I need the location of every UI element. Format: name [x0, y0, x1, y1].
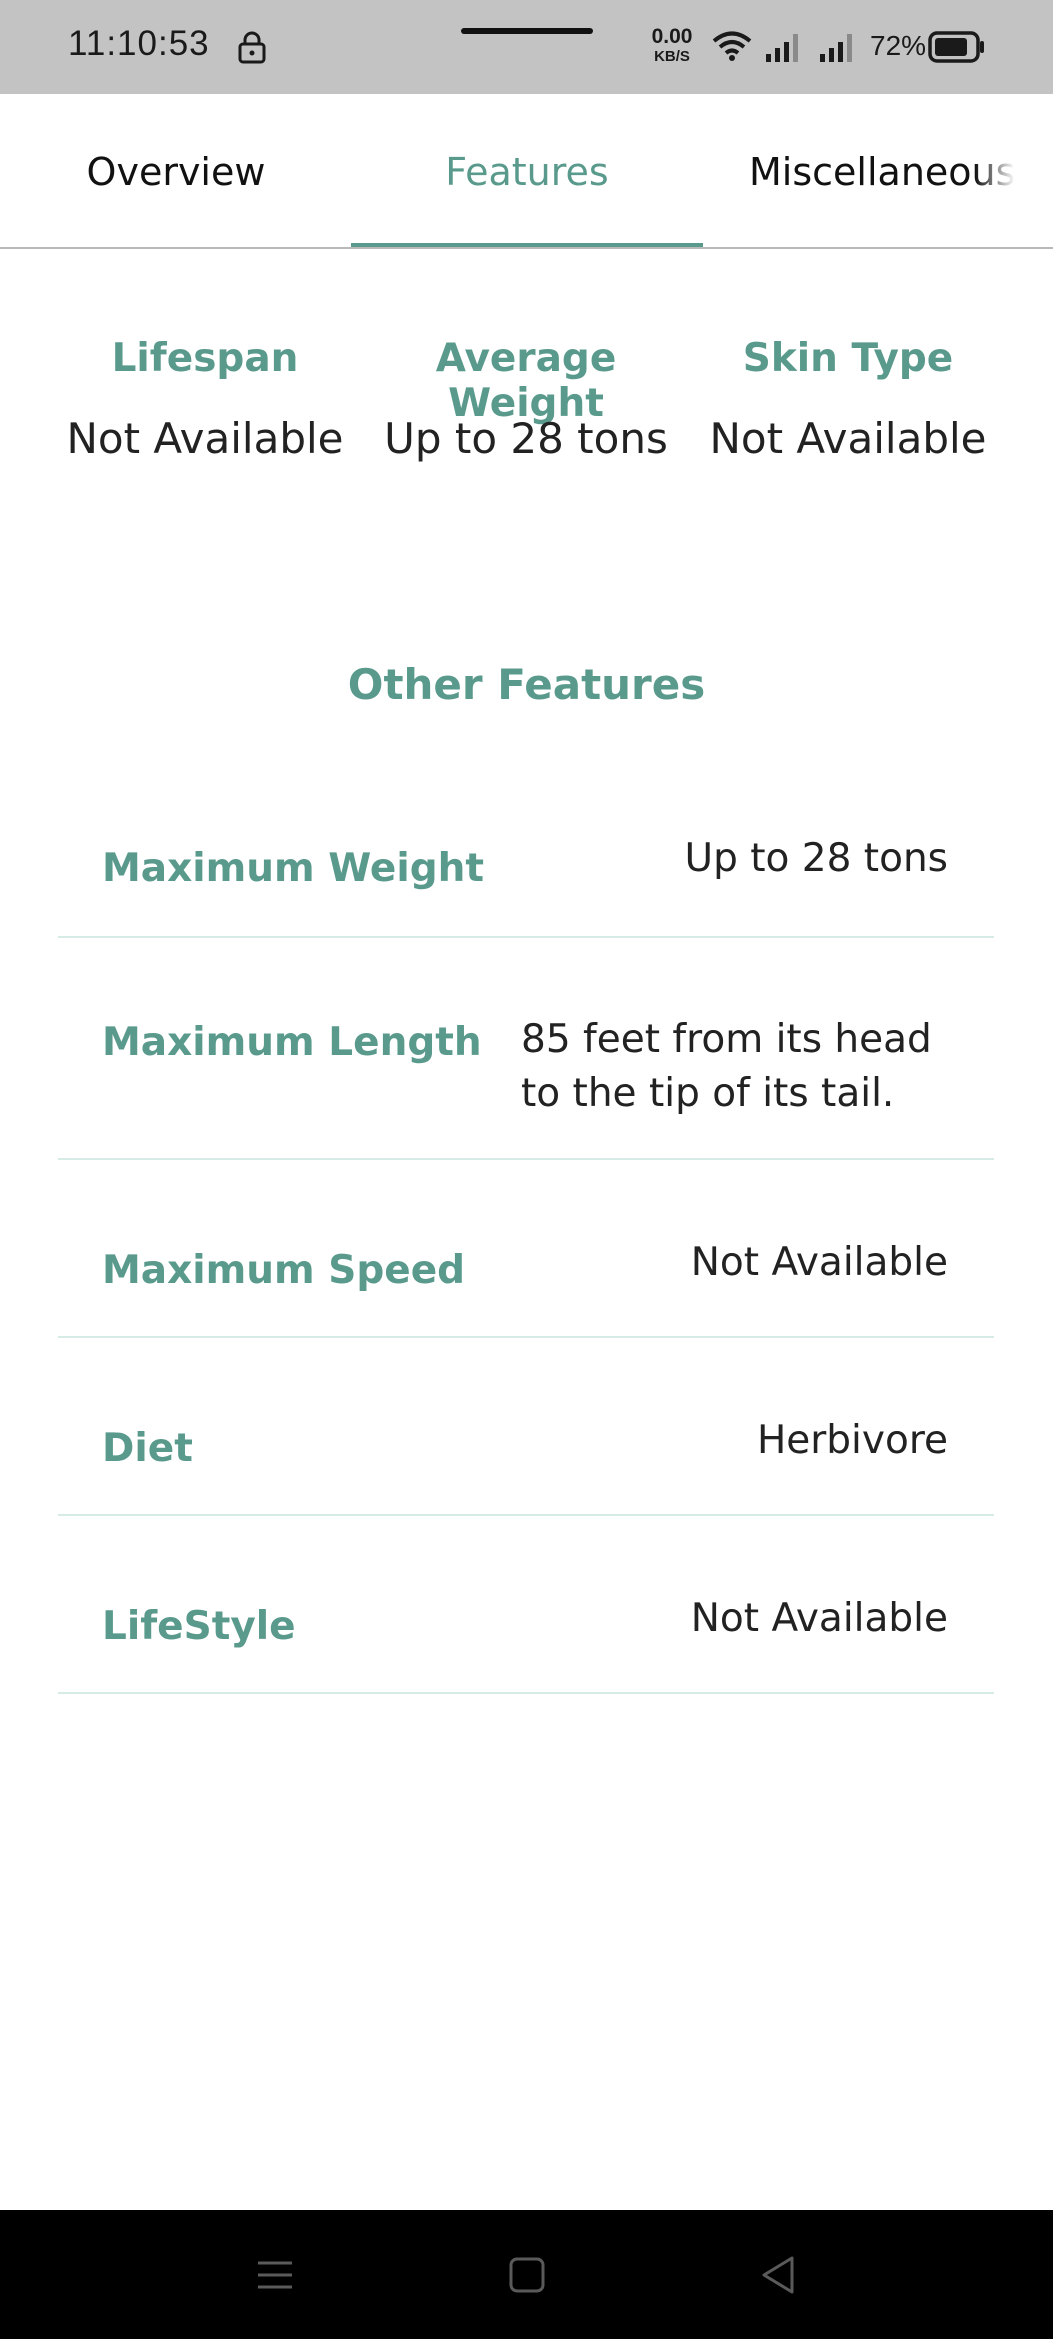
- net-speed-unit: KB/S: [654, 48, 690, 65]
- feature-value: Up to 28 tons: [684, 836, 948, 881]
- home-icon[interactable]: [502, 2250, 552, 2300]
- wifi-icon: [712, 31, 752, 61]
- feature-row-lifestyle: LifeStyle Not Available: [58, 1516, 994, 1694]
- feature-label: Maximum Weight: [102, 846, 485, 891]
- stat-label: Skin Type: [742, 336, 954, 381]
- net-speed: 0.00 KB/S: [646, 26, 698, 64]
- screen: 11:10:53 0.00 KB/S 72% Overview Features…: [0, 0, 1053, 2339]
- status-time: 11:10:53: [68, 24, 210, 63]
- stat-value: Up to 28 tons: [384, 414, 668, 463]
- feature-label: Diet: [102, 1426, 193, 1471]
- tab-label: Overview: [86, 149, 266, 194]
- stat-label: Average Weight: [435, 336, 617, 426]
- system-nav-bar: [0, 2210, 1053, 2339]
- notch-pill: [461, 28, 593, 34]
- stat-average-weight: Average Weight Up to 28 tons: [361, 336, 691, 463]
- signal-icon: [766, 34, 798, 62]
- feature-row-maximum-speed: Maximum Speed Not Available: [58, 1160, 994, 1338]
- lock-icon: [238, 31, 266, 64]
- section-title: Other Features: [347, 660, 706, 709]
- feature-row-maximum-length: Maximum Length 85 feet from its head to …: [58, 938, 994, 1160]
- back-icon[interactable]: [754, 2250, 804, 2300]
- feature-label: Maximum Length: [102, 1020, 482, 1065]
- feature-value: Herbivore: [756, 1418, 948, 1463]
- battery-percent: 72%: [870, 30, 927, 61]
- feature-value: 85 feet from its head to the tip of its …: [521, 1017, 932, 1116]
- stat-value: Not Available: [709, 414, 987, 463]
- active-tab-indicator: [351, 243, 703, 247]
- tab-miscellaneous[interactable]: Miscellaneous: [702, 94, 1053, 247]
- feature-value: Not Available: [690, 1596, 948, 1641]
- status-bar: 11:10:53 0.00 KB/S 72%: [0, 0, 1053, 94]
- stat-lifespan: Lifespan Not Available: [40, 336, 370, 463]
- tab-overview[interactable]: Overview: [0, 94, 352, 247]
- feature-value: Not Available: [690, 1240, 948, 1285]
- signal-icon: [820, 34, 852, 62]
- tab-bar: Overview Features Miscellaneous: [0, 94, 1053, 249]
- tab-label: Features: [445, 149, 609, 194]
- menu-icon[interactable]: [250, 2250, 300, 2300]
- feature-label: Maximum Speed: [102, 1248, 466, 1293]
- feature-row-maximum-weight: Maximum Weight Up to 28 tons: [58, 820, 994, 938]
- tab-features[interactable]: Features: [351, 94, 703, 247]
- stat-label: Lifespan: [111, 336, 299, 381]
- feature-label: LifeStyle: [102, 1604, 296, 1649]
- feature-row-diet: Diet Herbivore: [58, 1338, 994, 1516]
- net-speed-value: 0.00: [651, 25, 693, 48]
- stat-skin-type: Skin Type Not Available: [683, 336, 1013, 463]
- stat-value: Not Available: [66, 414, 344, 463]
- tab-label: Miscellaneous: [749, 149, 1016, 194]
- battery-icon: [928, 31, 984, 63]
